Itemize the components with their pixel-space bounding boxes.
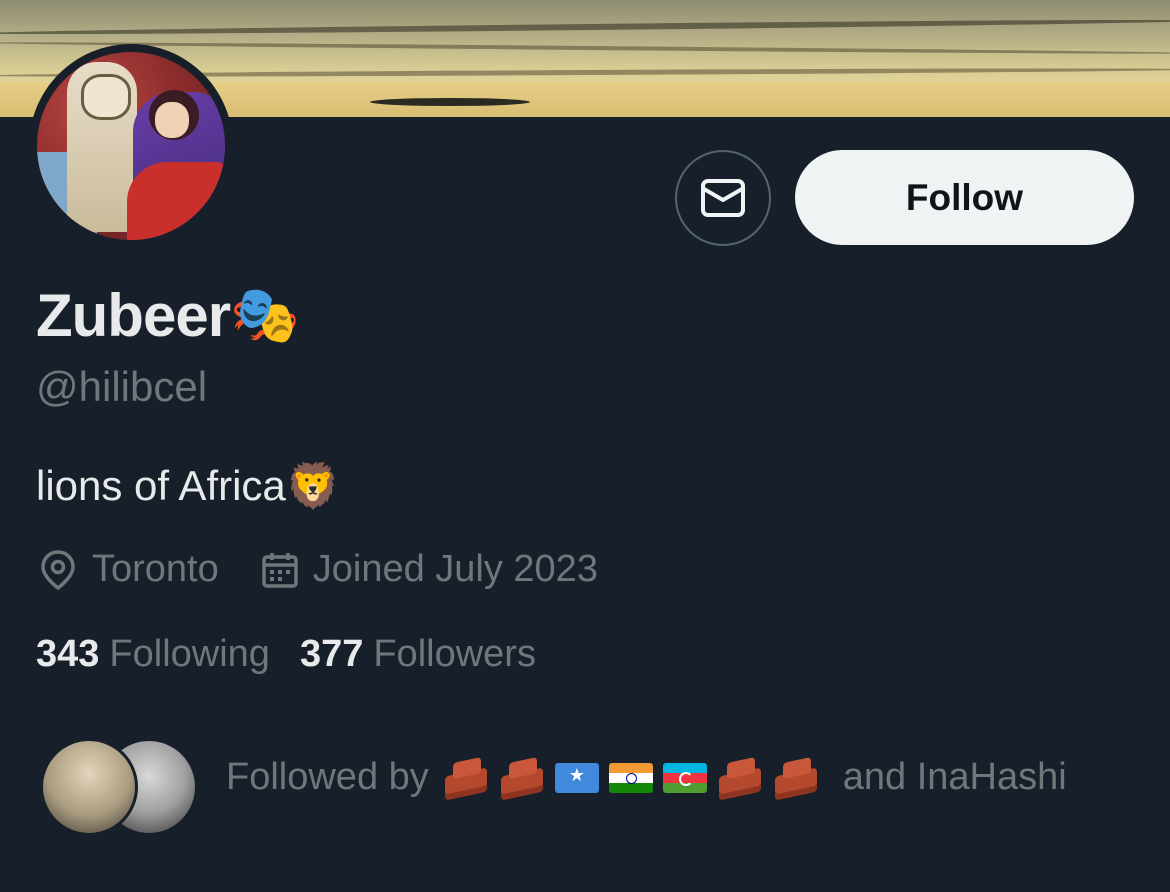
brick-emoji <box>773 758 819 798</box>
profile-name-row: Zubeer 🎭 <box>36 280 300 350</box>
flag-india-emoji <box>608 762 653 793</box>
following-count: 343 <box>36 633 100 675</box>
following-link[interactable]: 343 Following <box>36 633 300 676</box>
profile-join-date: Joined July 2023 <box>261 548 598 591</box>
profile-name: Zubeer <box>36 281 231 349</box>
follow-counts: 343 Following 377 Followers <box>36 633 566 676</box>
joined-text: Joined July 2023 <box>312 548 598 590</box>
location-pin-icon <box>41 549 75 590</box>
brick-emoji <box>499 758 545 798</box>
location-text: Toronto <box>92 548 219 590</box>
profile-location: Toronto <box>38 548 219 591</box>
flag-somalia-emoji <box>554 762 599 793</box>
followed-by-suffix: and InaHashi <box>842 756 1067 798</box>
avatar-image <box>37 52 225 240</box>
follow-button[interactable]: Follow <box>795 150 1134 245</box>
banner-wave <box>0 17 1170 37</box>
theater-masks-emoji: 🎭 <box>230 283 300 346</box>
avatar-figure-face <box>81 74 131 120</box>
brick-emoji <box>717 758 763 798</box>
followers-count: 377 <box>299 633 364 675</box>
profile-bio: lions of Africa 🦁 <box>36 460 341 512</box>
profile-handle: @hilibcel <box>36 363 208 410</box>
followed-by-emojis <box>443 758 829 798</box>
avatar-figure-dress <box>127 162 225 240</box>
lion-emoji: 🦁 <box>285 462 341 511</box>
bio-text: lions of Africa <box>36 462 286 509</box>
envelope-icon <box>701 179 745 217</box>
followed-by-prefix: Followed by <box>226 756 429 798</box>
followed-by-text: Followed by and InaHashi <box>226 756 1067 799</box>
brick-emoji <box>443 758 489 798</box>
follower-avatar <box>40 738 138 836</box>
profile-meta: Toronto Joined July 2023 <box>38 548 640 591</box>
calendar-icon <box>262 552 298 588</box>
banner-rock <box>370 98 530 106</box>
avatar-figure-face <box>155 102 189 138</box>
following-label: Following <box>109 633 270 675</box>
flag-azerbaijan-emoji <box>662 762 707 793</box>
profile-avatar[interactable] <box>29 44 233 248</box>
banner-wave <box>0 40 1170 56</box>
followers-link[interactable]: 377 Followers <box>300 633 566 676</box>
message-button[interactable] <box>675 150 771 246</box>
followers-label: Followers <box>373 633 536 675</box>
